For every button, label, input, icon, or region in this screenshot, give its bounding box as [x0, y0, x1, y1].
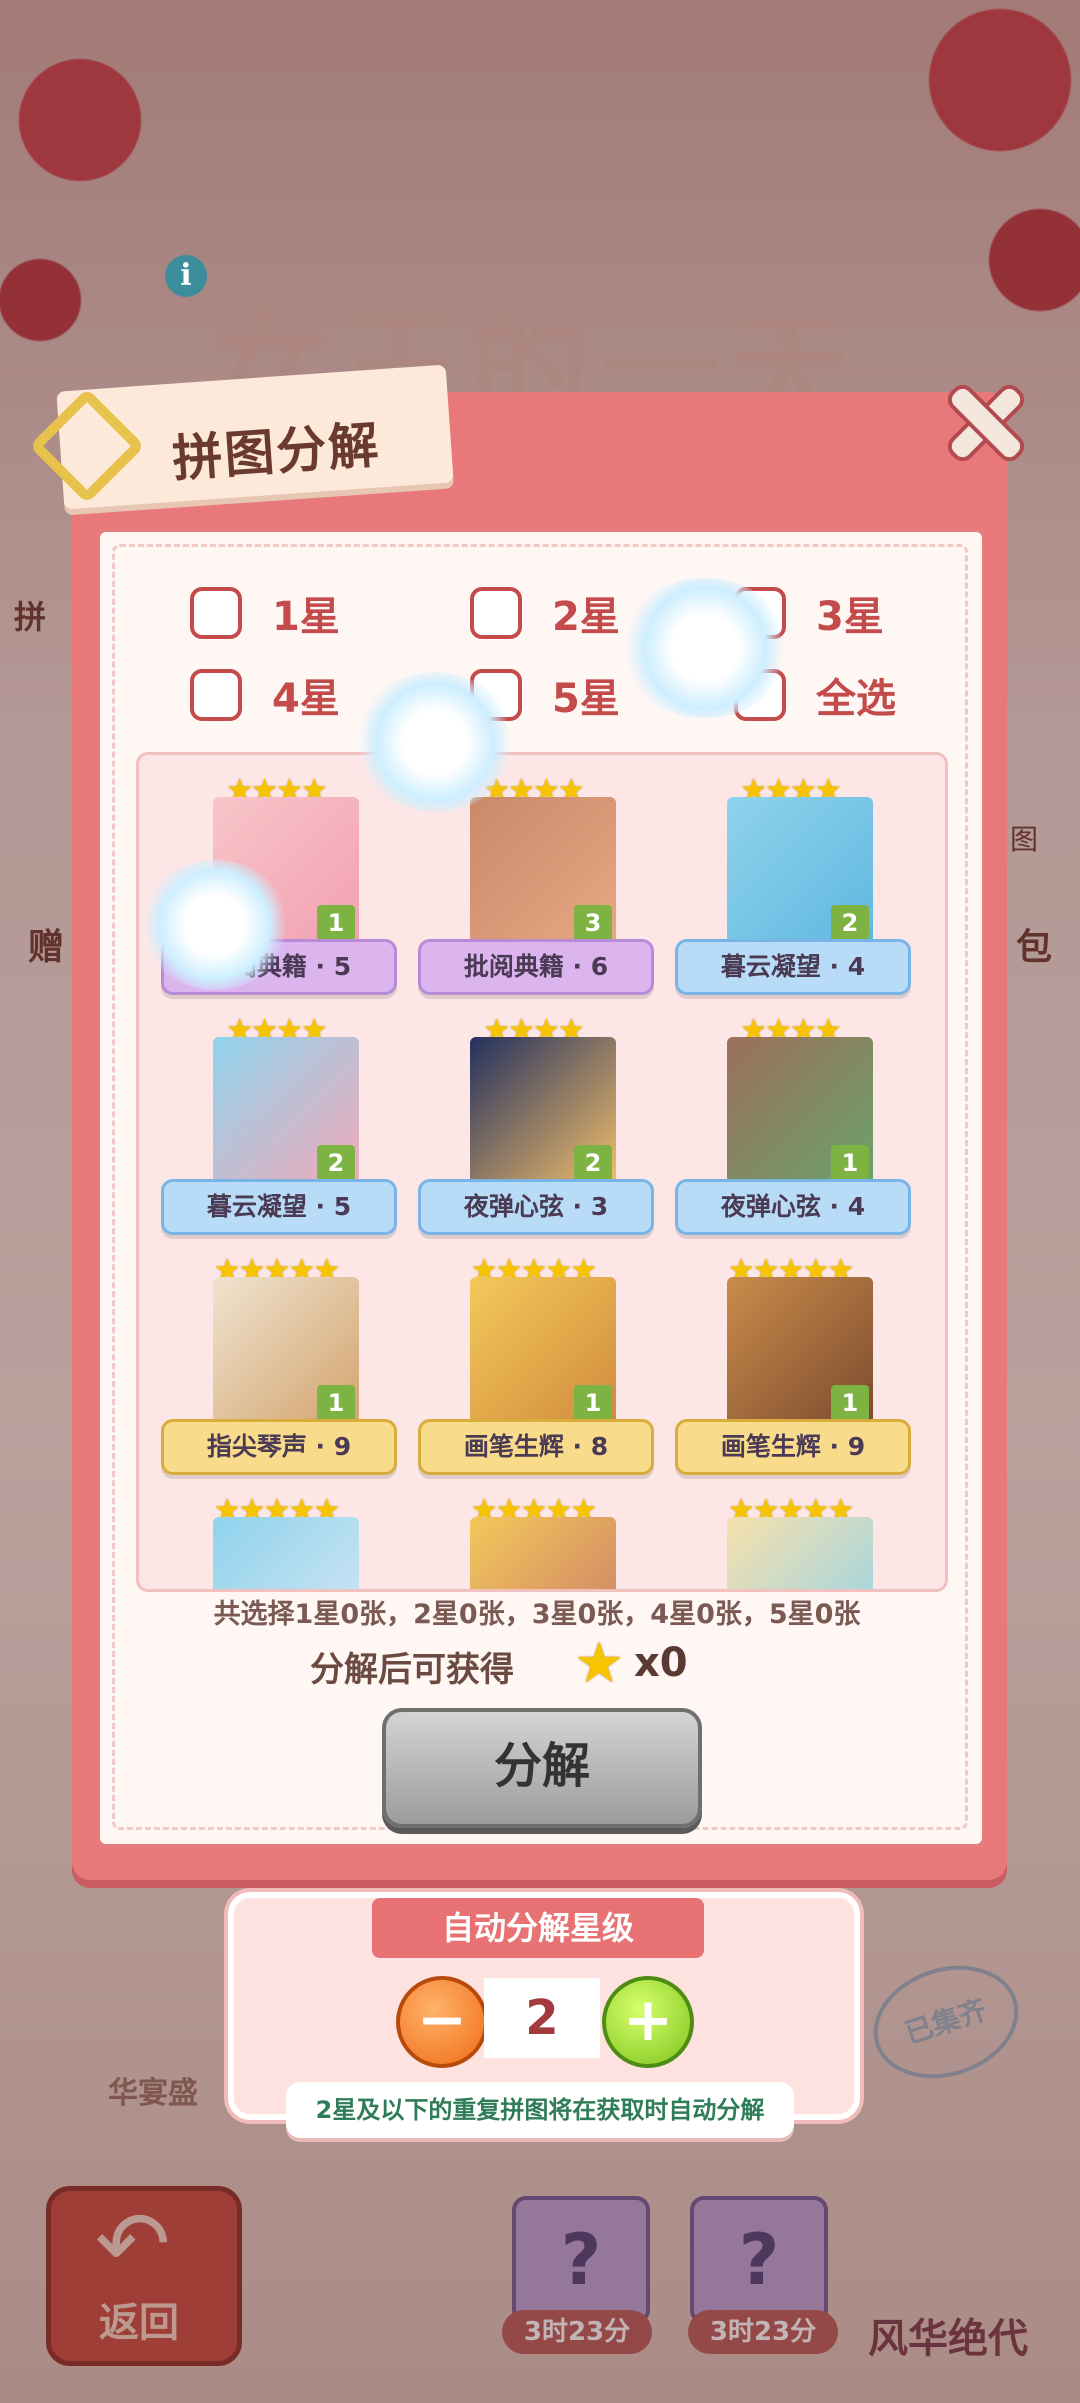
puzzle-card[interactable]: ★★★★ 2 暮云凝望 · 5 — [151, 1013, 401, 1253]
count-badge: 1 — [317, 905, 355, 941]
card-name-banner: 暮云凝望 · 4 — [675, 939, 911, 995]
star-icon: ★ — [574, 1631, 625, 1696]
card-name-banner: 夜弹心弦 · 3 — [418, 1179, 654, 1235]
decompose-button[interactable]: 分解 — [382, 1708, 702, 1828]
checkbox[interactable] — [470, 587, 522, 639]
card-name-banner: 批阅典籍 · 6 — [418, 939, 654, 995]
card-name-banner: 暮云凝望 · 5 — [161, 1179, 397, 1235]
puzzle-card[interactable]: ★★★★★ — [665, 1493, 915, 1589]
filter-4-star[interactable]: 4星 — [190, 666, 340, 724]
paw-glow-icon — [620, 578, 790, 718]
card-name-banner: 画笔生辉 · 8 — [418, 1419, 654, 1475]
info-icon[interactable]: i — [165, 255, 207, 297]
plus-icon[interactable]: + — [602, 1976, 694, 2068]
puzzle-card[interactable]: ★★★★★ — [408, 1493, 658, 1589]
puzzle-card[interactable]: ★★★★★ 1 画笔生辉 · 8 — [408, 1253, 658, 1493]
dialog-title: 拼图分解 — [170, 415, 383, 489]
filter-1-star[interactable]: 1星 — [190, 584, 340, 642]
puzzle-card[interactable]: ★★★★ 2 夜弹心弦 · 3 — [408, 1013, 658, 1253]
filter-label: 全选 — [816, 676, 896, 722]
filter-label: 1星 — [272, 594, 340, 640]
auto-decompose-title: 自动分解星级 — [372, 1898, 704, 1958]
filter-label: 2星 — [552, 594, 620, 640]
count-badge: 3 — [574, 905, 612, 941]
selection-summary: 共选择1星0张，2星0张，3星0张，4星0张，5星0张 — [213, 1599, 861, 1630]
checkbox[interactable] — [190, 587, 242, 639]
count-badge: 1 — [831, 1385, 869, 1421]
puzzle-piece-art — [213, 1517, 359, 1589]
card-name-banner: 夜弹心弦 · 4 — [675, 1179, 911, 1235]
filter-2-star[interactable]: 2星 — [470, 584, 620, 642]
puzzle-card[interactable]: ★★★★ 2 暮云凝望 · 4 — [665, 773, 915, 1013]
puzzle-card[interactable]: ★★★★★ 1 指尖琴声 · 9 — [151, 1253, 401, 1493]
count-badge: 2 — [574, 1145, 612, 1181]
card-name-banner: 指尖琴声 · 9 — [161, 1419, 397, 1475]
puzzle-card[interactable]: ★★★★★ 1 画笔生辉 · 9 — [665, 1253, 915, 1493]
puzzle-piece-art — [470, 1517, 616, 1589]
card-name-banner: 画笔生辉 · 9 — [675, 1419, 911, 1475]
count-badge: 2 — [831, 905, 869, 941]
puzzle-card[interactable]: ★★★★ 1 夜弹心弦 · 4 — [665, 1013, 915, 1253]
count-badge: 1 — [317, 1385, 355, 1421]
puzzle-card[interactable]: ★★★★★ — [151, 1493, 401, 1589]
count-badge: 2 — [317, 1145, 355, 1181]
filter-label: 5星 — [552, 676, 620, 722]
paw-glow-icon — [355, 672, 515, 812]
paw-glow-icon — [140, 860, 290, 990]
star-level-value: 2 — [484, 1978, 600, 2058]
puzzle-piece-art — [727, 1517, 873, 1589]
filter-label: 3星 — [816, 594, 884, 640]
minus-icon[interactable]: − — [396, 1976, 488, 2068]
close-icon[interactable] — [944, 380, 1026, 462]
filter-label: 4星 — [272, 676, 340, 722]
count-badge: 1 — [831, 1145, 869, 1181]
checkbox[interactable] — [190, 669, 242, 721]
gain-value: x0 — [634, 1640, 688, 1686]
gain-label: 分解后可获得 — [310, 1650, 514, 1690]
count-badge: 1 — [574, 1385, 612, 1421]
auto-decompose-note: 2星及以下的重复拼图将在获取时自动分解 — [286, 2082, 794, 2138]
